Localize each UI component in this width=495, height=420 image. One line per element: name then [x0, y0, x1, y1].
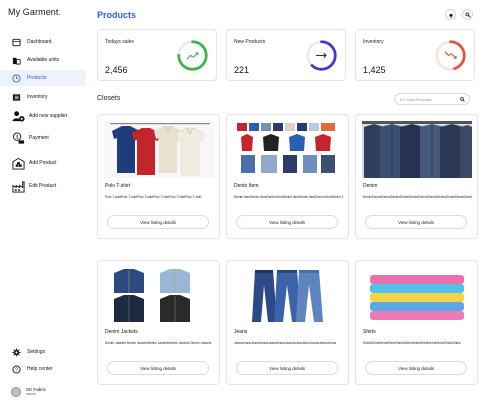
trending-down-icon	[444, 51, 457, 59]
closet-description: DenimDenimDenimDenimDenimDenimDenimDenim…	[363, 195, 472, 199]
sidebar-item-payment[interactable]: $ Payment	[0, 130, 86, 146]
stat-label: Todays sales	[105, 39, 134, 45]
search-icon[interactable]	[460, 97, 465, 102]
svg-text:$: $	[16, 134, 19, 139]
sidebar-item-add-product[interactable]: Add Product	[0, 155, 86, 171]
closet-card-jeans: Jeans JeansJeansJeansJeansJeansJeansJean…	[226, 260, 349, 385]
search-input[interactable]	[400, 95, 458, 104]
closet-card-shirts: Shirts ShirtsShirtsShirtsShirtsShirtsShi…	[355, 260, 478, 385]
stat-card-todays-sales: Todays sales 2,456	[97, 29, 217, 81]
sidebar-item-label: Inventory	[27, 94, 48, 100]
closet-name: Polo T-shirt	[105, 183, 131, 189]
closet-description: JeansJeansJeansJeansJeansJeansJeansJeans…	[234, 341, 337, 345]
sidebar-item-products[interactable]: Products	[0, 70, 86, 86]
progress-ring	[306, 40, 337, 71]
view-listing-button[interactable]: View listing details	[236, 361, 338, 375]
add-person-icon	[12, 110, 25, 123]
grid-icon	[12, 38, 21, 47]
search-button[interactable]	[462, 9, 473, 20]
stat-card-inventory: Inventory 1,425	[355, 29, 475, 81]
sidebar-item-settings[interactable]: Settings	[0, 344, 86, 360]
help-icon: ?	[12, 364, 21, 374]
closet-card-denim: Denim DenimDenimDenimDenimDenimDenimDeni…	[355, 114, 478, 239]
closet-name: Denim	[363, 183, 378, 189]
profile-role: admin	[26, 392, 36, 396]
sidebar-item-label: Available units	[27, 57, 60, 63]
stat-value: 221	[234, 65, 250, 75]
bell-icon	[449, 13, 452, 18]
user-profile[interactable]: SK Fabric admin	[11, 387, 46, 397]
factory-icon	[12, 180, 25, 193]
search-icon	[465, 12, 471, 18]
sidebar-item-edit-product[interactable]: Edit Product	[0, 178, 86, 194]
sidebar-item-inventory[interactable]: Inventory	[0, 89, 86, 105]
list-icon	[12, 93, 21, 102]
stat-value: 1,425	[363, 65, 386, 75]
sidebar-item-label: Help center	[27, 366, 53, 372]
closet-description: ShirtsShirtsShirtsShirtsShirtsShirtsShir…	[363, 341, 461, 345]
stat-label: New Products	[234, 39, 266, 45]
warehouse-icon	[12, 157, 25, 170]
closet-description: Denim Jackets Denim JacketsDenim Jackets…	[105, 341, 212, 345]
clock-icon	[12, 73, 21, 83]
folded-shirts-image	[362, 267, 472, 324]
sidebar-item-dashboard[interactable]: Dashboard	[0, 34, 86, 50]
stat-card-new-products: New Products 221	[226, 29, 346, 81]
denim-jackets-rack-image	[362, 121, 472, 178]
arrow-right-icon	[316, 52, 327, 59]
denim-jackets-image	[104, 267, 214, 324]
view-listing-button[interactable]: View listing details	[107, 361, 209, 375]
sidebar-item-label: Add Product	[29, 160, 57, 166]
sidebar-item-available-units[interactable]: Available units	[0, 52, 86, 68]
progress-ring	[435, 40, 466, 71]
jeans-image	[233, 267, 343, 324]
closet-name: Shirts	[363, 329, 376, 335]
closet-name: Dento Item	[234, 183, 259, 189]
sidebar-item-label: Payment	[29, 135, 49, 141]
closet-description: Polo T-shirtPolo T-shirtPolo T-shirtPolo…	[105, 195, 202, 199]
sidebar-item-label: Add new supplier	[29, 113, 68, 119]
stat-value: 2,456	[105, 65, 128, 75]
stat-label: Inventory	[363, 39, 384, 45]
closet-card-dento-item: Dento Item Denim itemDenim ItemDenim Ite…	[226, 114, 349, 239]
view-listing-button[interactable]: View listing details	[236, 215, 338, 229]
polo-shirts-image	[104, 121, 214, 178]
view-listing-button[interactable]: View listing details	[365, 361, 467, 375]
page-title: Products	[97, 10, 137, 20]
avatar	[11, 387, 21, 397]
view-listing-button[interactable]: View listing details	[365, 215, 467, 229]
sidebar-item-label: Edit Product	[29, 183, 57, 189]
notification-button[interactable]	[445, 9, 456, 20]
closet-card-polo-tshirt: Polo T-shirt Polo T-shirtPolo T-shirtPol…	[97, 114, 220, 239]
progress-ring	[177, 40, 208, 71]
section-title-closets: Closets	[97, 95, 121, 102]
gear-icon	[12, 347, 21, 357]
sidebar-item-label: Dashboard	[27, 39, 52, 45]
trending-up-icon	[186, 52, 199, 60]
svg-text:?: ?	[15, 367, 18, 373]
view-listing-button[interactable]: View listing details	[107, 215, 209, 229]
mixed-garments-image	[233, 121, 343, 178]
building-icon	[12, 56, 21, 65]
closet-name: Jeans	[234, 329, 248, 335]
sidebar-item-add-supplier[interactable]: Add new supplier	[0, 108, 86, 124]
sidebar-item-label: Products	[27, 75, 47, 81]
sidebar: My Garment. Dashboard Available units Pr…	[0, 0, 86, 420]
brand-logo: My Garment.	[8, 7, 62, 17]
closet-description: Denim itemDenim ItemDenim ItemDenim Item…	[234, 195, 343, 199]
sidebar-item-help-center[interactable]: ? Help center	[0, 361, 86, 377]
money-icon: $	[12, 131, 25, 145]
sidebar-item-label: Settings	[27, 349, 46, 355]
closet-name: Denim Jackets	[105, 329, 138, 335]
closet-card-denim-jackets: Denim Jackets Denim Jackets Denim Jacket…	[97, 260, 220, 385]
closet-search	[394, 93, 470, 105]
